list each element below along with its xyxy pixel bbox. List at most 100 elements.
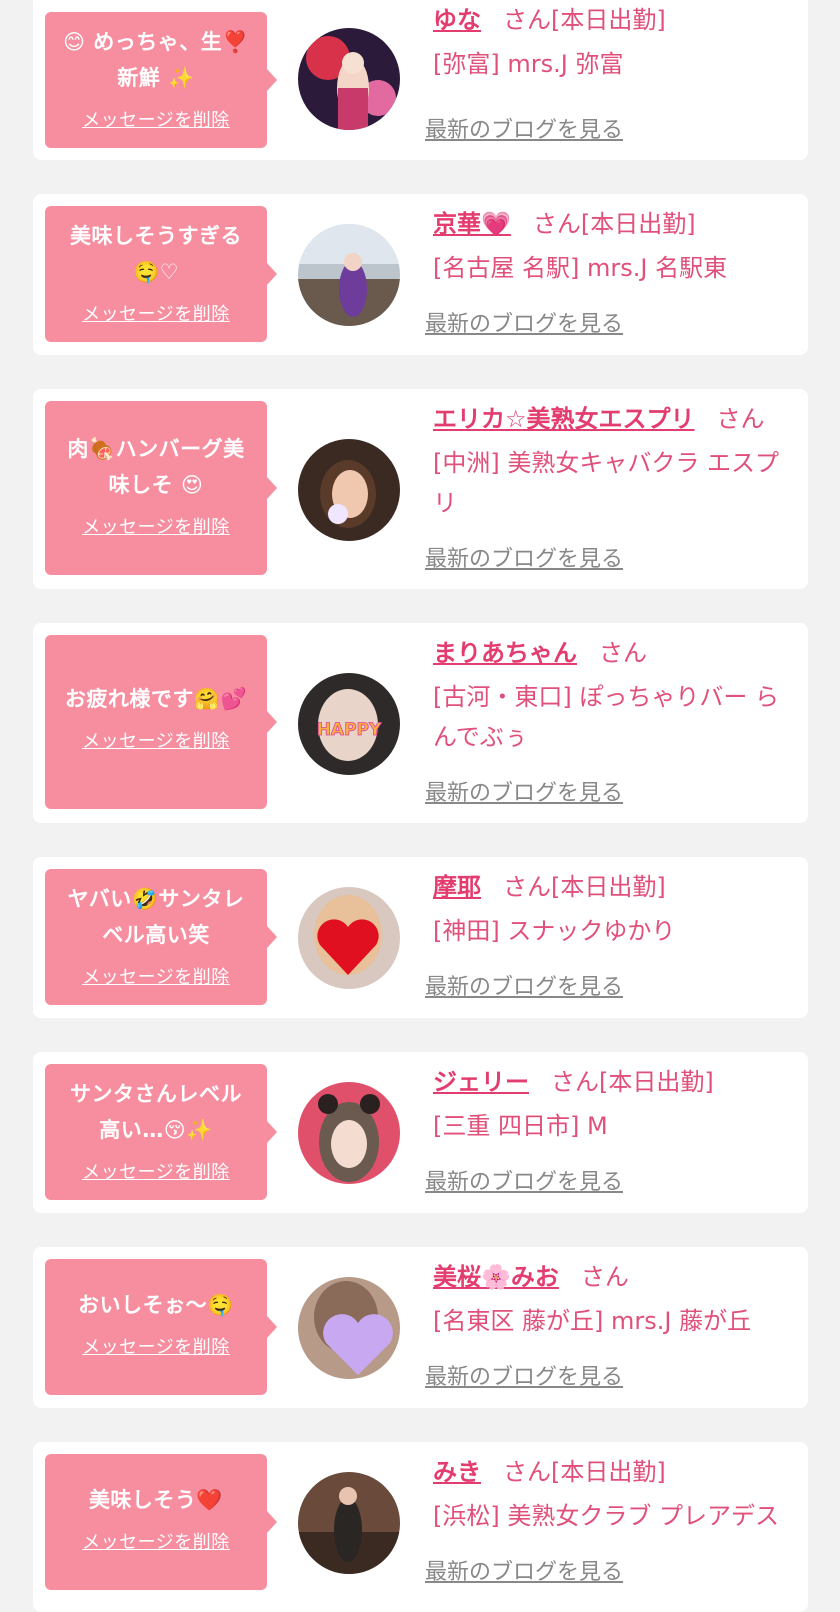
svg-text:HAPPY: HAPPY <box>317 720 382 740</box>
message-card: おいしそぉ～🤤 メッセージを削除 美桜🌸みお さん [名東区 藤が丘] mrs.J… <box>33 1247 808 1408</box>
message-bubble: 😊 めっちゃ、生❣️ 新鮮 ✨ メッセージを削除 <box>45 12 277 148</box>
message-bubble: おいしそぉ～🤤 メッセージを削除 <box>45 1259 277 1395</box>
message-text-line: 新鮮 ✨ <box>117 66 195 90</box>
message-card: お疲れ様です🤗💕 メッセージを削除 HAPPY まりあちゃん さん [古河・東口]… <box>33 623 808 823</box>
message-text-line: 味しそ 😍 <box>108 473 204 497</box>
shop-name: [中洲] 美熟女キャバクラ エスプリ <box>433 449 779 517</box>
girl-kimono-photo-icon <box>298 28 400 130</box>
shop-name: [名東区 藤が丘] mrs.J 藤が丘 <box>433 1307 752 1335</box>
shop-name: [名古屋 名駅] mrs.J 名駅東 <box>433 254 728 282</box>
avatar[interactable] <box>298 887 400 989</box>
profile-name-link[interactable]: みき <box>433 1458 481 1486</box>
avatar[interactable] <box>298 1472 400 1574</box>
delete-message-link[interactable]: メッセージを削除 <box>82 513 230 539</box>
message-bubble: 美味しそうすぎる 🤤♡ メッセージを削除 <box>45 206 277 342</box>
shop-name: [浜松] 美熟女クラブ プレアデス <box>433 1502 779 1530</box>
profile-name-link[interactable]: 美桜🌸みお <box>433 1263 559 1291</box>
profile-name-link[interactable]: ゆな <box>433 6 481 34</box>
message-card: 美味しそうすぎる 🤤♡ メッセージを削除 京華💗 さん[本日出勤] [名古屋 名駅… <box>33 194 808 355</box>
profile-info: 美桜🌸みお さん [名東区 藤が丘] mrs.J 藤が丘 <box>433 1259 796 1341</box>
shop-name: [弥富] mrs.J 弥富 <box>433 50 624 78</box>
delete-message-link[interactable]: メッセージを削除 <box>82 300 230 326</box>
happy-sticker-photo-icon: HAPPY <box>298 673 400 775</box>
name-row: まりあちゃん さん <box>433 635 796 671</box>
profile-info: 摩耶 さん[本日出勤] [神田] スナックゆかり <box>433 869 796 951</box>
message-text-line: サンタさんレベル <box>70 1082 242 1106</box>
latest-blog-link[interactable]: 最新のブログを見る <box>425 1164 623 1196</box>
name-row: 京華💗 さん[本日出勤] <box>433 206 796 242</box>
profile-info: ジェリー さん[本日出勤] [三重 四日市] M <box>433 1064 796 1146</box>
name-suffix: さん <box>580 1263 629 1291</box>
latest-blog-link[interactable]: 最新のブログを見る <box>425 1359 623 1391</box>
name-suffix: さん[本日出勤] <box>503 1458 666 1486</box>
avatar[interactable] <box>298 439 400 541</box>
shop-name: [神田] スナックゆかり <box>433 917 676 945</box>
message-bubble: 肉🍖ハンバーグ美 味しそ 😍 メッセージを削除 <box>45 401 277 575</box>
message-card: 美味しそう❤️ メッセージを削除 みき さん[本日出勤] [浜松] 美熟女クラブ … <box>33 1442 808 1612</box>
profile-info: 京華💗 さん[本日出勤] [名古屋 名駅] mrs.J 名駅東 <box>433 206 796 288</box>
avatar[interactable] <box>298 1277 400 1379</box>
name-row: みき さん[本日出勤] <box>433 1454 796 1490</box>
shop-name: [古河・東口] ぽっちゃりバー らんでぶぅ <box>433 683 779 751</box>
profile-name-link[interactable]: 京華💗 <box>433 210 511 238</box>
delete-message-link[interactable]: メッセージを削除 <box>82 727 230 753</box>
profile-info: エリカ☆美熟女エスプリ さん [中洲] 美熟女キャバクラ エスプリ <box>433 401 796 523</box>
message-card: 😊 めっちゃ、生❣️ 新鮮 ✨ メッセージを削除 ゆな さん[本日出勤] [弥富]… <box>33 0 808 160</box>
message-text-line: 肉🍖ハンバーグ美 <box>67 437 245 461</box>
message-bubble: サンタさんレベル 高い…😚✨ メッセージを削除 <box>45 1064 277 1200</box>
avatar[interactable] <box>298 28 400 130</box>
message-text-line: 🤤♡ <box>133 260 179 284</box>
delete-message-link[interactable]: メッセージを削除 <box>82 1333 230 1359</box>
purple-heart-face-photo-icon <box>298 1277 400 1379</box>
profile-info: ゆな さん[本日出勤] [弥富] mrs.J 弥富 <box>433 2 796 84</box>
delete-message-link[interactable]: メッセージを削除 <box>82 963 230 989</box>
latest-blog-link[interactable]: 最新のブログを見る <box>425 969 623 1001</box>
profile-name-link[interactable]: ジェリー <box>433 1068 529 1096</box>
message-card: サンタさんレベル 高い…😚✨ メッセージを削除 ジェリー さん[本日出勤] [三重… <box>33 1052 808 1213</box>
latest-blog-link[interactable]: 最新のブログを見る <box>425 306 623 338</box>
avatar[interactable] <box>298 224 400 326</box>
woman-lace-dress-photo-icon <box>298 1472 400 1574</box>
girl-purple-dress-photo-icon <box>298 224 400 326</box>
name-suffix: さん[本日出勤] <box>503 6 666 34</box>
profile-info: まりあちゃん さん [古河・東口] ぽっちゃりバー らんでぶぅ <box>433 635 796 757</box>
name-row: ゆな さん[本日出勤] <box>433 2 796 38</box>
name-suffix: さん[本日出勤] <box>532 210 696 238</box>
delete-message-link[interactable]: メッセージを削除 <box>82 106 230 132</box>
message-card: 肉🍖ハンバーグ美 味しそ 😍 メッセージを削除 エリカ☆美熟女エスプリ さん [中… <box>33 389 808 589</box>
name-row: ジェリー さん[本日出勤] <box>433 1064 796 1100</box>
latest-blog-link[interactable]: 最新のブログを見る <box>425 112 623 144</box>
name-row: 摩耶 さん[本日出勤] <box>433 869 796 905</box>
name-suffix: さん <box>716 405 765 433</box>
delete-message-link[interactable]: メッセージを削除 <box>82 1528 230 1554</box>
message-text-line: おいしそぉ～🤤 <box>78 1293 234 1317</box>
message-bubble: お疲れ様です🤗💕 メッセージを削除 <box>45 635 277 809</box>
profile-info: みき さん[本日出勤] [浜松] 美熟女クラブ プレアデス <box>433 1454 796 1536</box>
message-text-line: 美味しそう❤️ <box>88 1488 224 1512</box>
message-card: ヤバい🤣サンタレ ベル高い笑 メッセージを削除 摩耶 さん[本日出勤] [神田] … <box>33 857 808 1018</box>
latest-blog-link[interactable]: 最新のブログを見る <box>425 775 623 807</box>
latest-blog-link[interactable]: 最新のブログを見る <box>425 541 623 573</box>
message-text-line: お疲れ様です🤗💕 <box>64 687 248 711</box>
name-suffix: さん[本日出勤] <box>551 1068 714 1096</box>
message-text-line: 高い…😚✨ <box>99 1118 213 1142</box>
message-text-line: ヤバい🤣サンタレ <box>67 887 245 911</box>
message-list: 😊 めっちゃ、生❣️ 新鮮 ✨ メッセージを削除 ゆな さん[本日出勤] [弥富]… <box>0 0 840 1612</box>
avatar[interactable] <box>298 1082 400 1184</box>
name-suffix: さん <box>599 639 647 667</box>
girl-pink-background-photo-icon <box>298 1082 400 1184</box>
profile-name-link[interactable]: エリカ☆美熟女エスプリ <box>433 405 695 433</box>
message-text-line: 美味しそうすぎる <box>70 224 242 248</box>
message-bubble: ヤバい🤣サンタレ ベル高い笑 メッセージを削除 <box>45 869 277 1005</box>
profile-name-link[interactable]: 摩耶 <box>433 873 481 901</box>
name-row: 美桜🌸みお さん <box>433 1259 796 1295</box>
delete-message-link[interactable]: メッセージを削除 <box>82 1158 230 1184</box>
avatar[interactable]: HAPPY <box>298 673 400 775</box>
message-text-line: 😊 めっちゃ、生❣️ <box>63 30 249 54</box>
latest-blog-link[interactable]: 最新のブログを見る <box>425 1554 623 1586</box>
shop-name: [三重 四日市] M <box>433 1112 608 1140</box>
profile-name-link[interactable]: まりあちゃん <box>433 639 577 667</box>
message-text-line: ベル高い笑 <box>102 923 210 947</box>
heart-covered-face-photo-icon <box>298 887 400 989</box>
message-bubble: 美味しそう❤️ メッセージを削除 <box>45 1454 277 1590</box>
